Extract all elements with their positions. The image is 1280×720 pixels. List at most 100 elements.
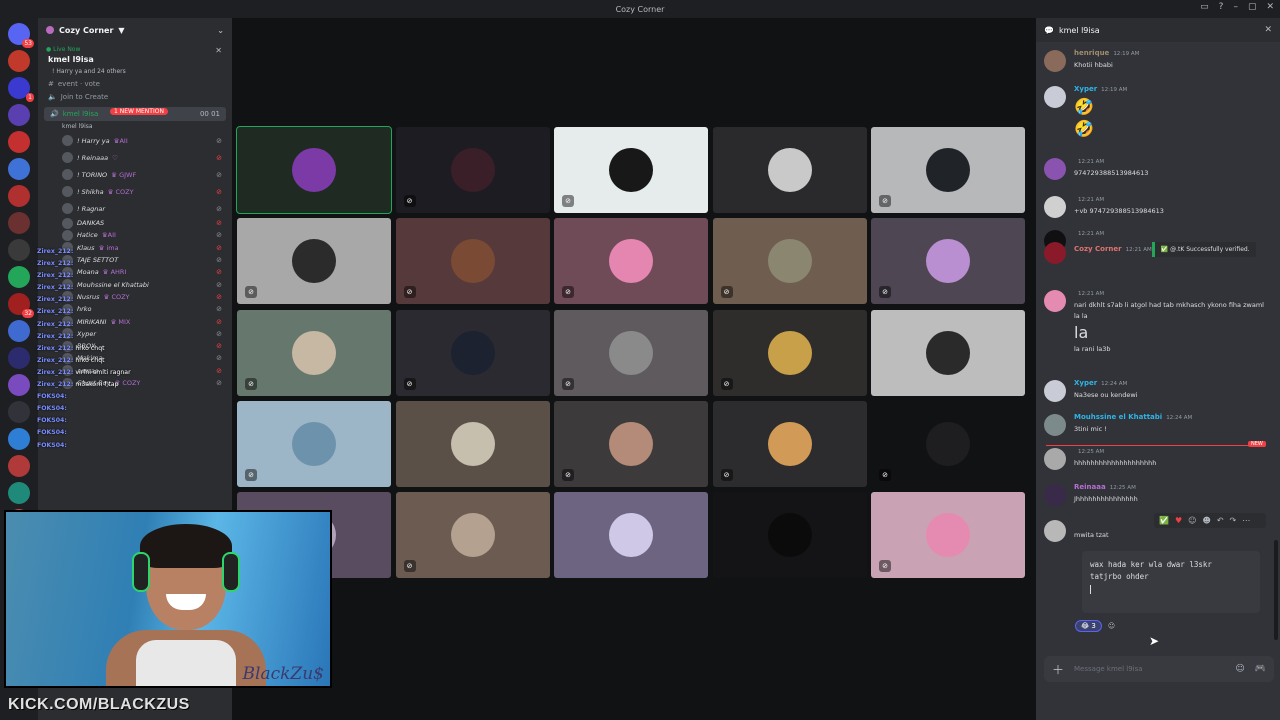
participant-tile[interactable] [554, 492, 708, 579]
server-icon[interactable] [8, 131, 30, 153]
avatar[interactable] [1044, 290, 1066, 312]
server-icon[interactable]: 53 [8, 23, 34, 48]
chevron-down-icon[interactable]: ⌄ [217, 26, 224, 35]
participant-tile[interactable] [236, 126, 392, 214]
chat-message[interactable]: Xyper 12:24 AM Na3ese ou kendewi [1044, 378, 1272, 402]
participant-tile[interactable]: ⊘ [395, 309, 550, 396]
help-icon[interactable]: ? [1219, 2, 1224, 12]
author-name[interactable]: Reinaaa [1074, 483, 1106, 491]
check-reaction-icon[interactable]: ✅ [1159, 516, 1169, 525]
add-reaction-icon[interactable]: ☻ [1202, 516, 1210, 525]
server-icon[interactable] [8, 428, 30, 450]
participant-tile[interactable]: ⊘ [554, 309, 708, 396]
participant-tile[interactable]: ⊘ [871, 400, 1025, 487]
minimize-button[interactable]: – [1233, 2, 1238, 12]
participant-tile[interactable]: ⊘ [237, 400, 391, 487]
chat-message[interactable]: henrique 12:19 AM Khotii hbabi [1044, 48, 1272, 72]
voice-member[interactable]: ! TORINO ♛ GJWF ⊘ [38, 166, 232, 183]
chat-message[interactable]: 12:25 AM hhhhhhhhhhhhhhhhhhhh [1044, 446, 1272, 470]
participant-tile[interactable]: ⊘ [712, 218, 867, 305]
participant-tile[interactable]: ⊘ [712, 309, 867, 396]
participant-tile[interactable] [871, 309, 1025, 396]
inbox-icon[interactable]: ▭ [1200, 2, 1209, 12]
participant-tile[interactable]: ⊘ [871, 492, 1025, 579]
gamepad-icon[interactable]: 🎮 [1255, 664, 1266, 674]
server-icon[interactable] [8, 401, 30, 423]
chat-message[interactable]: 12:21 AM +vb 974729388513984613 [1044, 194, 1272, 218]
voice-member[interactable]: ! Reinaaa ♡ ⊘ [38, 149, 232, 166]
avatar[interactable] [1044, 380, 1066, 402]
close-icon[interactable]: ✕ [1264, 25, 1272, 35]
server-icon[interactable] [8, 50, 30, 72]
participant-tile[interactable]: ⊘ [712, 400, 867, 487]
emoji-icon[interactable]: ☺ [1235, 664, 1244, 674]
participant-tile[interactable] [395, 400, 550, 487]
avatar[interactable] [1044, 520, 1066, 542]
chat-message[interactable]: Xyper 12:19 AM 🤣 🤣 [1044, 84, 1272, 140]
server-icon[interactable]: 1 [8, 77, 34, 102]
voice-member[interactable]: ! Harry ya ♛AII ⊘ [38, 132, 232, 149]
server-icon[interactable] [8, 455, 30, 477]
avatar[interactable] [1044, 414, 1066, 436]
reply-icon[interactable]: ↶ [1217, 516, 1224, 525]
server-icon[interactable] [8, 239, 30, 261]
chat-message[interactable]: 12:21 AM [1044, 228, 1272, 252]
participant-tile[interactable]: ⊘ [395, 218, 550, 305]
message-composer[interactable]: ＋ Message kmel l9isa ☺ 🎮 [1044, 656, 1274, 682]
voice-member[interactable]: DANKAS ⊘ [38, 217, 232, 229]
chat-scrollbar[interactable] [1274, 540, 1278, 640]
avatar[interactable] [1044, 242, 1066, 264]
server-icon[interactable] [8, 185, 30, 207]
participant-tile[interactable]: ⊘ [395, 492, 550, 579]
avatar[interactable] [1044, 448, 1066, 470]
avatar[interactable] [1044, 484, 1066, 506]
chat-message[interactable]: 12:21 AM 974729388513984613 [1044, 156, 1272, 180]
maximize-button[interactable]: ▢ [1248, 2, 1257, 12]
server-icon[interactable] [8, 482, 30, 504]
author-name[interactable]: Xyper [1074, 379, 1097, 387]
heart-reaction-icon[interactable]: ♥ [1175, 516, 1182, 525]
forward-icon[interactable]: ↷ [1230, 516, 1237, 525]
avatar[interactable] [1044, 196, 1066, 218]
participant-tile[interactable] [712, 127, 867, 213]
author-name[interactable]: Mouhssine el Khattabi [1074, 413, 1162, 421]
server-icon[interactable] [8, 104, 30, 126]
participant-tile[interactable]: ⊘ [871, 127, 1025, 213]
server-header[interactable]: Cozy Corner ▼ ⌄ [38, 18, 232, 42]
voice-member[interactable]: ! Shikha ♛ COZY ⊘ [38, 183, 232, 200]
participant-tile[interactable] [712, 492, 867, 579]
close-icon[interactable]: ✕ [215, 46, 222, 55]
server-icon[interactable] [8, 320, 30, 342]
server-icon[interactable] [8, 266, 30, 288]
chat-message[interactable]: Reinaaa 12:25 AM Jhhhhhhhhhhhhhhh [1044, 482, 1272, 506]
voice-member[interactable]: ! Ragnar ⊘ [38, 200, 232, 217]
server-icon[interactable] [8, 212, 30, 234]
message-edit-box[interactable]: wax hada ker wla dwar l3skr tatjrbo ohde… [1082, 551, 1260, 613]
server-icon[interactable] [8, 347, 30, 369]
plus-icon[interactable]: ＋ [1052, 661, 1064, 678]
participant-tile[interactable]: ⊘ [237, 309, 391, 396]
server-icon[interactable] [8, 374, 30, 396]
add-reaction-icon[interactable]: ☺ [1108, 622, 1115, 630]
server-icon[interactable]: 32 [8, 293, 34, 318]
chat-message[interactable]: 12:21 AM nari dkhlt s7ab li atgol had tab… [1044, 288, 1272, 355]
avatar[interactable] [1044, 158, 1066, 180]
emoji-reaction-icon[interactable]: ☺ [1188, 516, 1196, 525]
join-to-create-channel[interactable]: 🔈 Join to Create [38, 90, 232, 103]
chat-message[interactable]: Mouhssine el Khattabi 12:24 AM 3tini mic ! [1044, 412, 1272, 436]
participant-tile[interactable]: ⊘ [554, 400, 708, 487]
participant-tile[interactable]: ⊘ [554, 218, 708, 305]
chat-message[interactable]: Cozy Corner 12:21 AM ✅ @.tK Successfully v… [1044, 240, 1272, 264]
author-name[interactable]: henrique [1074, 49, 1109, 57]
avatar[interactable] [1044, 50, 1066, 72]
author-name[interactable]: Cozy Corner [1074, 245, 1122, 253]
participant-tile[interactable]: ⊘ [395, 127, 550, 213]
participant-tile[interactable]: ⊘ [871, 218, 1025, 305]
reaction-pill[interactable]: 😂 3 [1075, 620, 1102, 632]
participant-tile[interactable]: ⊘ [554, 127, 708, 213]
participant-tile[interactable]: ⊘ [237, 218, 391, 305]
server-icon[interactable] [8, 158, 30, 180]
close-window-button[interactable]: ✕ [1266, 2, 1274, 12]
author-name[interactable]: Xyper [1074, 85, 1097, 93]
avatar[interactable] [1044, 86, 1066, 108]
